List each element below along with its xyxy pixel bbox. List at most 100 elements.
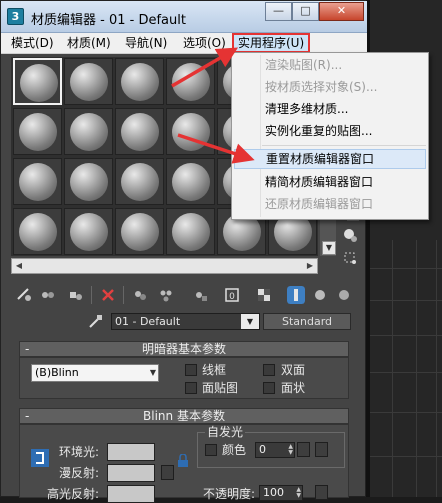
menu-item-condense-material-editor-slots[interactable]: 精简材质编辑器窗口 [232, 172, 428, 192]
shader-basic-params-header[interactable]: - 明暗器基本参数 [19, 341, 349, 357]
sample-slot[interactable] [115, 208, 164, 255]
menu-utilities[interactable]: 实用程序(U) [232, 33, 310, 53]
chevron-down-icon[interactable]: ▼ [241, 314, 259, 329]
faceted-label: 面状 [281, 381, 305, 395]
assign-to-selection-icon[interactable] [67, 286, 85, 304]
self-illumination-spinner[interactable]: 0 ▲▼ [255, 442, 295, 458]
menu-mode[interactable]: 模式(D) [7, 35, 58, 52]
go-to-parent-icon[interactable] [311, 286, 329, 304]
menu-item-clean-multimaterial[interactable]: 清理多维材质... [232, 99, 428, 119]
viewport-grid-line [370, 335, 442, 336]
rollout-title: Blinn 基本参数 [143, 409, 225, 423]
close-button[interactable]: ✕ [319, 2, 364, 21]
viewport-grid-line [370, 412, 442, 413]
sample-slot[interactable] [64, 158, 113, 205]
lock-diffuse-specular-icon[interactable] [177, 454, 189, 468]
spinner-arrows-icon: ▲▼ [296, 487, 301, 499]
toolbar-separator [123, 286, 124, 304]
sample-type-icon[interactable] [342, 227, 358, 243]
minimize-button[interactable]: — [265, 2, 292, 21]
put-to-library-icon[interactable] [191, 286, 209, 304]
material-sphere-preview [70, 163, 108, 201]
sample-slot[interactable] [166, 158, 215, 205]
show-end-result-icon[interactable] [287, 286, 305, 304]
sample-slot[interactable] [64, 208, 113, 255]
menu-navigation[interactable]: 导航(N) [121, 35, 171, 52]
viewport-grid-line [416, 240, 417, 497]
rollout-title: 明暗器基本参数 [142, 342, 226, 356]
face-map-checkbox[interactable] [185, 382, 197, 394]
menu-options[interactable]: 选项(O) [179, 35, 230, 52]
material-sphere-preview [172, 113, 210, 151]
sample-slot[interactable] [13, 58, 62, 105]
ambient-color-swatch[interactable] [107, 443, 155, 461]
title-bar[interactable]: 3 材质编辑器 - 01 - Default — □ ✕ [1, 1, 367, 33]
specular-color-swatch[interactable] [107, 485, 155, 503]
menu-item-render-map[interactable]: 渲染贴图(R)... [232, 55, 428, 75]
sample-slot[interactable] [166, 108, 215, 155]
scroll-left-icon[interactable]: ◀ [12, 259, 26, 273]
menu-item-instance-duplicate-maps[interactable]: 实例化重复的贴图... [232, 121, 428, 141]
collapse-icon: - [25, 342, 29, 356]
menu-item-select-objects-by-material[interactable]: 按材质选择对象(S)... [232, 77, 428, 97]
material-sphere-preview [19, 213, 57, 251]
sample-slot[interactable] [115, 158, 164, 205]
material-toolbar: 0 [11, 284, 356, 308]
sample-slot[interactable] [115, 108, 164, 155]
make-copy-icon[interactable] [131, 286, 149, 304]
material-id-channel-icon[interactable]: 0 [223, 286, 241, 304]
svg-text:0: 0 [229, 292, 235, 302]
sample-slot[interactable] [13, 158, 62, 205]
lock-ambient-diffuse-icon[interactable] [31, 449, 49, 467]
viewport-grid-line [370, 372, 442, 373]
material-sphere-preview [70, 113, 108, 151]
material-sphere-preview [19, 113, 57, 151]
diffuse-map-button[interactable] [161, 465, 174, 480]
get-material-icon[interactable] [15, 286, 33, 304]
material-sphere-preview [172, 63, 210, 101]
wireframe-label: 线框 [202, 363, 226, 377]
self-illumination-map-button-2[interactable] [315, 442, 328, 457]
scroll-right-icon[interactable]: ▶ [303, 259, 317, 273]
scroll-down-icon[interactable]: ▼ [322, 241, 336, 255]
material-sphere-preview [121, 63, 159, 101]
opacity-map-button[interactable] [315, 485, 328, 500]
maximize-button[interactable]: □ [292, 2, 319, 21]
shader-type-select[interactable]: (B)Blinn ▼ [31, 364, 159, 382]
sample-slot[interactable] [166, 208, 215, 255]
blinn-basic-params-header[interactable]: - Blinn 基本参数 [19, 408, 349, 424]
material-sphere-preview [19, 163, 57, 201]
opacity-value: 100 [263, 486, 284, 499]
wireframe-checkbox[interactable] [185, 364, 197, 376]
sample-slot[interactable] [64, 58, 113, 105]
show-map-in-viewport-icon[interactable] [255, 286, 273, 304]
material-sphere-preview [121, 163, 159, 201]
two-sided-label: 双面 [281, 363, 305, 377]
menu-item-restore-material-editor-slots[interactable]: 还原材质编辑器窗口 [232, 194, 428, 214]
menu-material[interactable]: 材质(M) [63, 35, 115, 52]
go-forward-to-sibling-icon[interactable] [335, 286, 353, 304]
opacity-spinner[interactable]: 100 ▲▼ [259, 485, 303, 501]
self-illumination-color-checkbox[interactable] [205, 444, 217, 456]
pick-material-from-object-icon[interactable] [87, 312, 105, 330]
sample-slot[interactable] [115, 58, 164, 105]
material-name-field[interactable]: 01 - Default ▼ [111, 313, 260, 330]
menu-item-reset-material-editor-slots[interactable]: 重置材质编辑器窗口 [234, 149, 426, 169]
material-type-button[interactable]: Standard [263, 313, 351, 330]
diffuse-color-swatch[interactable] [107, 464, 155, 482]
reset-map-icon[interactable] [99, 286, 117, 304]
backlight-icon[interactable] [342, 250, 358, 266]
material-name-text: 01 - Default [115, 315, 180, 328]
sample-slot[interactable] [64, 108, 113, 155]
make-unique-icon[interactable] [157, 286, 175, 304]
self-illumination-map-button[interactable] [297, 442, 310, 457]
sample-slot[interactable] [13, 208, 62, 255]
sample-slot[interactable] [166, 58, 215, 105]
slot-horizontal-scrollbar[interactable]: ◀ ▶ [11, 258, 318, 274]
put-to-scene-icon[interactable] [39, 286, 57, 304]
sample-slot[interactable] [13, 108, 62, 155]
two-sided-checkbox[interactable] [263, 364, 275, 376]
material-sphere-preview [70, 63, 108, 101]
faceted-checkbox[interactable] [263, 382, 275, 394]
viewport-grid-line [392, 240, 393, 497]
